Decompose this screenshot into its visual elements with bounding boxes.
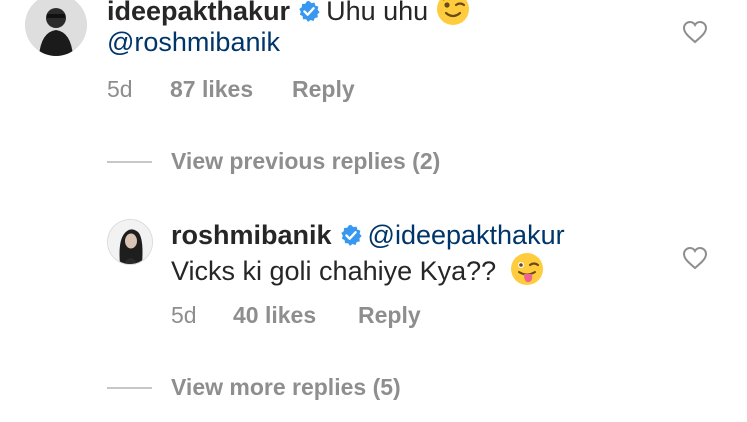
- view-previous-replies-button[interactable]: View previous replies (2): [171, 148, 440, 175]
- comment-age: 5d: [171, 302, 197, 328]
- comment-meta: 5d 40 likes Reply: [171, 302, 471, 330]
- replies-divider: [107, 161, 152, 163]
- winking-face-emoji-icon: [436, 0, 470, 34]
- avatar[interactable]: [107, 219, 153, 265]
- mention-link[interactable]: @ideepakthakur: [368, 220, 565, 250]
- comment-meta: 5d 87 likes Reply: [107, 76, 407, 104]
- winking-face-with-tongue-emoji-icon: [510, 252, 544, 294]
- like-heart-icon[interactable]: [682, 246, 708, 270]
- replies-divider: [107, 387, 152, 389]
- verified-badge-icon: [340, 220, 362, 254]
- likes-count[interactable]: 40 likes: [233, 302, 316, 329]
- like-heart-icon[interactable]: [682, 20, 708, 44]
- username[interactable]: roshmibanik: [171, 220, 332, 250]
- verified-badge-icon: [298, 0, 320, 30]
- mention-link[interactable]: @roshmibanik: [107, 25, 280, 59]
- comment-age: 5d: [107, 76, 133, 102]
- user-photo-icon: [25, 0, 87, 56]
- likes-count[interactable]: 87 likes: [170, 76, 253, 103]
- user-photo-icon: [108, 220, 152, 264]
- comment-text: Uhu uhu: [326, 0, 429, 27]
- avatar[interactable]: [25, 0, 87, 56]
- reply-button[interactable]: Reply: [358, 302, 421, 329]
- comment-text: Vicks ki goli chahiye Kya??: [171, 256, 497, 287]
- username[interactable]: ideepakthakur: [107, 0, 290, 26]
- view-more-replies-button[interactable]: View more replies (5): [171, 374, 401, 401]
- reply-button[interactable]: Reply: [292, 76, 355, 103]
